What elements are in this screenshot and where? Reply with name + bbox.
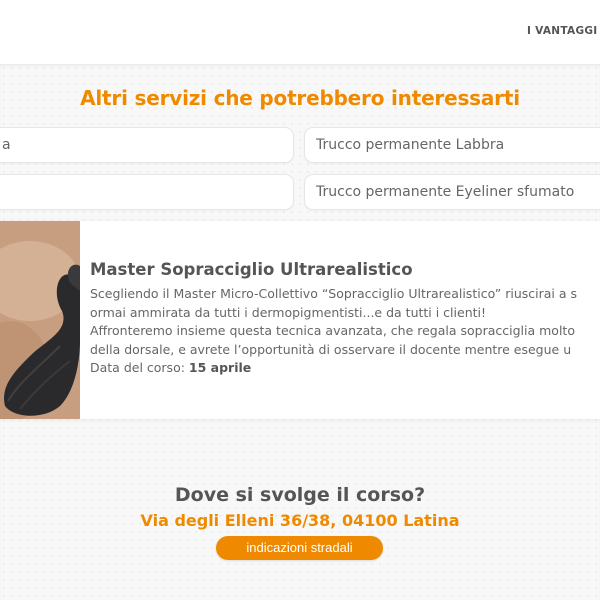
course-description-line: Scegliendo il Master Micro-Collettivo “S… (90, 286, 578, 301)
services-section-title: Altri servizi che potrebbero interessart… (80, 86, 520, 110)
top-navigation-bar: I VANTAGGI (0, 0, 600, 64)
course-description-line: Affronteremo insieme questa tecnica avan… (90, 323, 575, 338)
location-address: Via degli Elleni 36/38, 04100 Latina (140, 511, 460, 530)
location-title: Dove si svolge il corso? (174, 484, 426, 506)
course-description-line: ormai ammirata da tutti i dermopigmentis… (90, 304, 487, 320)
service-pill-1[interactable]: a (0, 127, 294, 163)
course-photo-graphic (0, 221, 80, 419)
course-date-value: 15 aprile (188, 360, 252, 375)
course-description-line: della dorsale, e avrete l’opportunità di… (90, 341, 572, 357)
course-image (0, 221, 80, 419)
course-date: Data del corso: 15 aprile (90, 359, 600, 378)
service-pill-trucco-eyeliner[interactable]: Trucco permanente Eyeliner sfumato (304, 174, 600, 210)
service-pill-3[interactable] (0, 174, 294, 210)
directions-button[interactable]: indicazioni stradali (216, 536, 383, 560)
nav-link-vantaggi[interactable]: I VANTAGGI (527, 25, 598, 37)
course-date-label: Data del corso: (90, 360, 185, 375)
course-title[interactable]: Master Sopracciglio Ultrarealistico (90, 260, 413, 279)
course-description: Scegliendo il Master Micro-Collettivo “S… (90, 285, 600, 378)
service-pill-trucco-labbra[interactable]: Trucco permanente Labbra (304, 127, 600, 163)
